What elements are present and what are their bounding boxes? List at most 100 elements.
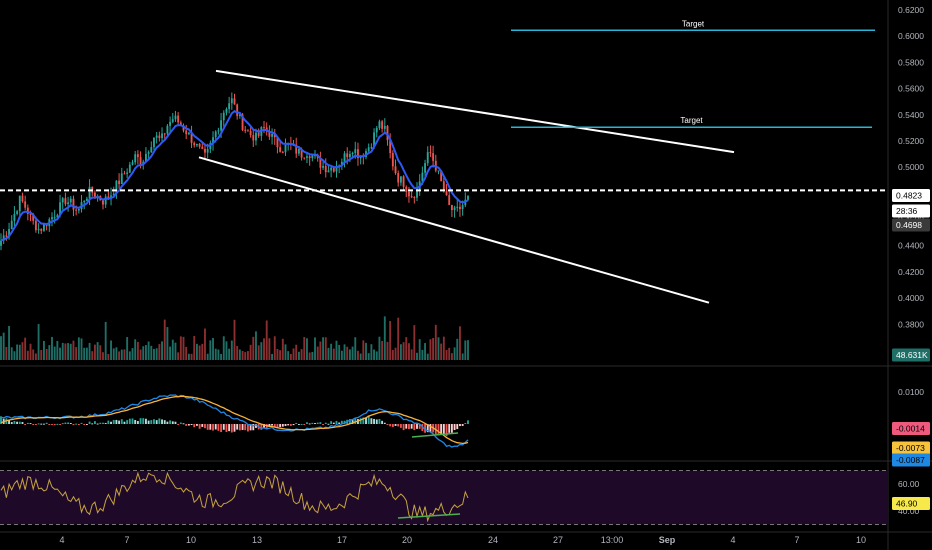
volume-bar — [292, 348, 295, 360]
candle-body — [69, 198, 72, 203]
volume-bar — [300, 349, 303, 360]
macd-histogram-bar — [144, 418, 147, 425]
macd-histogram-bar — [48, 424, 51, 426]
macd-histogram-bar — [75, 423, 78, 425]
macd-histogram-bar — [297, 424, 300, 426]
volume-bar — [64, 343, 67, 360]
target-label: Target — [680, 116, 703, 125]
macd-histogram-bar — [64, 422, 67, 425]
candle-body — [426, 152, 429, 164]
volume-bar — [72, 340, 75, 360]
volume-bar — [324, 337, 327, 360]
macd-tick-label: 0.0100 — [898, 387, 924, 397]
candle-body — [397, 173, 400, 183]
candle-body — [85, 198, 88, 201]
volume-bar — [182, 336, 185, 360]
volume-bar — [335, 340, 338, 360]
macd-histogram-bar — [118, 420, 121, 425]
volume-bar — [450, 353, 453, 360]
volume-bar — [190, 353, 193, 360]
volume-bar — [432, 337, 435, 360]
macd-histogram-bar — [453, 424, 456, 431]
volume-bar — [13, 351, 16, 360]
price-tick-label: 0.6000 — [898, 31, 924, 41]
volume-bar — [163, 319, 166, 360]
candle-body — [147, 152, 150, 154]
price-tick-label: 0.4200 — [898, 267, 924, 277]
candle-body — [64, 198, 67, 205]
candle-body — [150, 147, 153, 153]
macd-histogram-bar — [185, 424, 188, 426]
price-tick-label: 0.5600 — [898, 84, 924, 94]
macd-histogram-bar — [319, 422, 322, 425]
macd-histogram-bar — [381, 420, 384, 425]
volume-bar — [354, 337, 357, 360]
candle-body — [271, 133, 274, 137]
candle-body — [450, 204, 453, 211]
macd-histogram-bar — [136, 421, 139, 425]
candle-body — [456, 206, 459, 208]
candle-body — [104, 196, 107, 205]
volume-bar — [21, 342, 24, 360]
candle-body — [61, 198, 64, 203]
candle-body — [225, 108, 228, 113]
volume-bar — [134, 339, 137, 360]
time-tick-label: 7 — [794, 535, 799, 545]
macd-histogram-bar — [72, 424, 75, 426]
volume-bar — [198, 345, 201, 360]
macd-histogram-bar — [43, 423, 45, 425]
macd-histogram-bar — [292, 424, 295, 426]
macd-histogram-bar — [408, 424, 410, 430]
volume-bar — [69, 343, 72, 360]
price-tick-label: 0.5200 — [898, 136, 924, 146]
macd-histogram-bar — [281, 424, 284, 427]
macd-histogram-bar — [96, 423, 99, 425]
candle-body — [126, 172, 129, 174]
target-label: Target — [682, 19, 705, 28]
candle-body — [37, 229, 40, 231]
volume-bar — [233, 319, 236, 360]
macd-histogram-bar — [236, 424, 239, 430]
candle-body — [128, 164, 131, 173]
volume-bar — [338, 344, 341, 360]
macd-histogram-bar — [56, 423, 59, 425]
candle-body — [263, 127, 265, 129]
volume-bar — [147, 341, 150, 360]
volume-bar — [179, 336, 182, 360]
volume-bar — [448, 347, 451, 360]
volume-bar — [424, 343, 426, 360]
rsi-value-label: 46.90 — [896, 499, 918, 509]
macd-histogram-bar — [123, 421, 126, 425]
candle-body — [252, 135, 255, 141]
macd-histogram-bar — [107, 420, 110, 425]
volume-bar — [16, 344, 19, 360]
volume-bar — [394, 347, 397, 360]
volume-bar — [139, 349, 142, 360]
volume-bar — [128, 351, 131, 360]
candle-body — [233, 98, 236, 105]
macd-histogram-bar — [271, 424, 274, 426]
candle-body — [10, 220, 13, 229]
candle-body — [399, 176, 402, 183]
candle-body — [467, 195, 469, 200]
candle-body — [153, 137, 155, 148]
macd-histogram-bar — [308, 423, 311, 425]
volume-bar — [118, 351, 121, 360]
price-tick-label: 0.4400 — [898, 241, 924, 251]
macd-histogram-bar — [459, 424, 461, 427]
price-tick-label: 0.6200 — [898, 5, 924, 15]
macd-histogram-bar — [88, 421, 91, 425]
volume-bar — [217, 349, 220, 360]
volume-bar — [45, 348, 48, 360]
volume-bar — [330, 343, 333, 360]
candle-body — [13, 213, 16, 221]
volume-bar — [397, 317, 400, 360]
volume-bar — [265, 320, 268, 360]
volume-bar — [311, 351, 314, 360]
macd-histogram-bar — [110, 421, 112, 425]
volume-bar — [5, 346, 8, 360]
trading-chart: Target Target 0.6200 0.6000 0.5800 0.5600 0.5… — [0, 0, 932, 550]
macd-histogram-bar — [59, 424, 61, 426]
volume-bar — [359, 353, 362, 360]
macd-histogram-bar — [10, 422, 13, 425]
